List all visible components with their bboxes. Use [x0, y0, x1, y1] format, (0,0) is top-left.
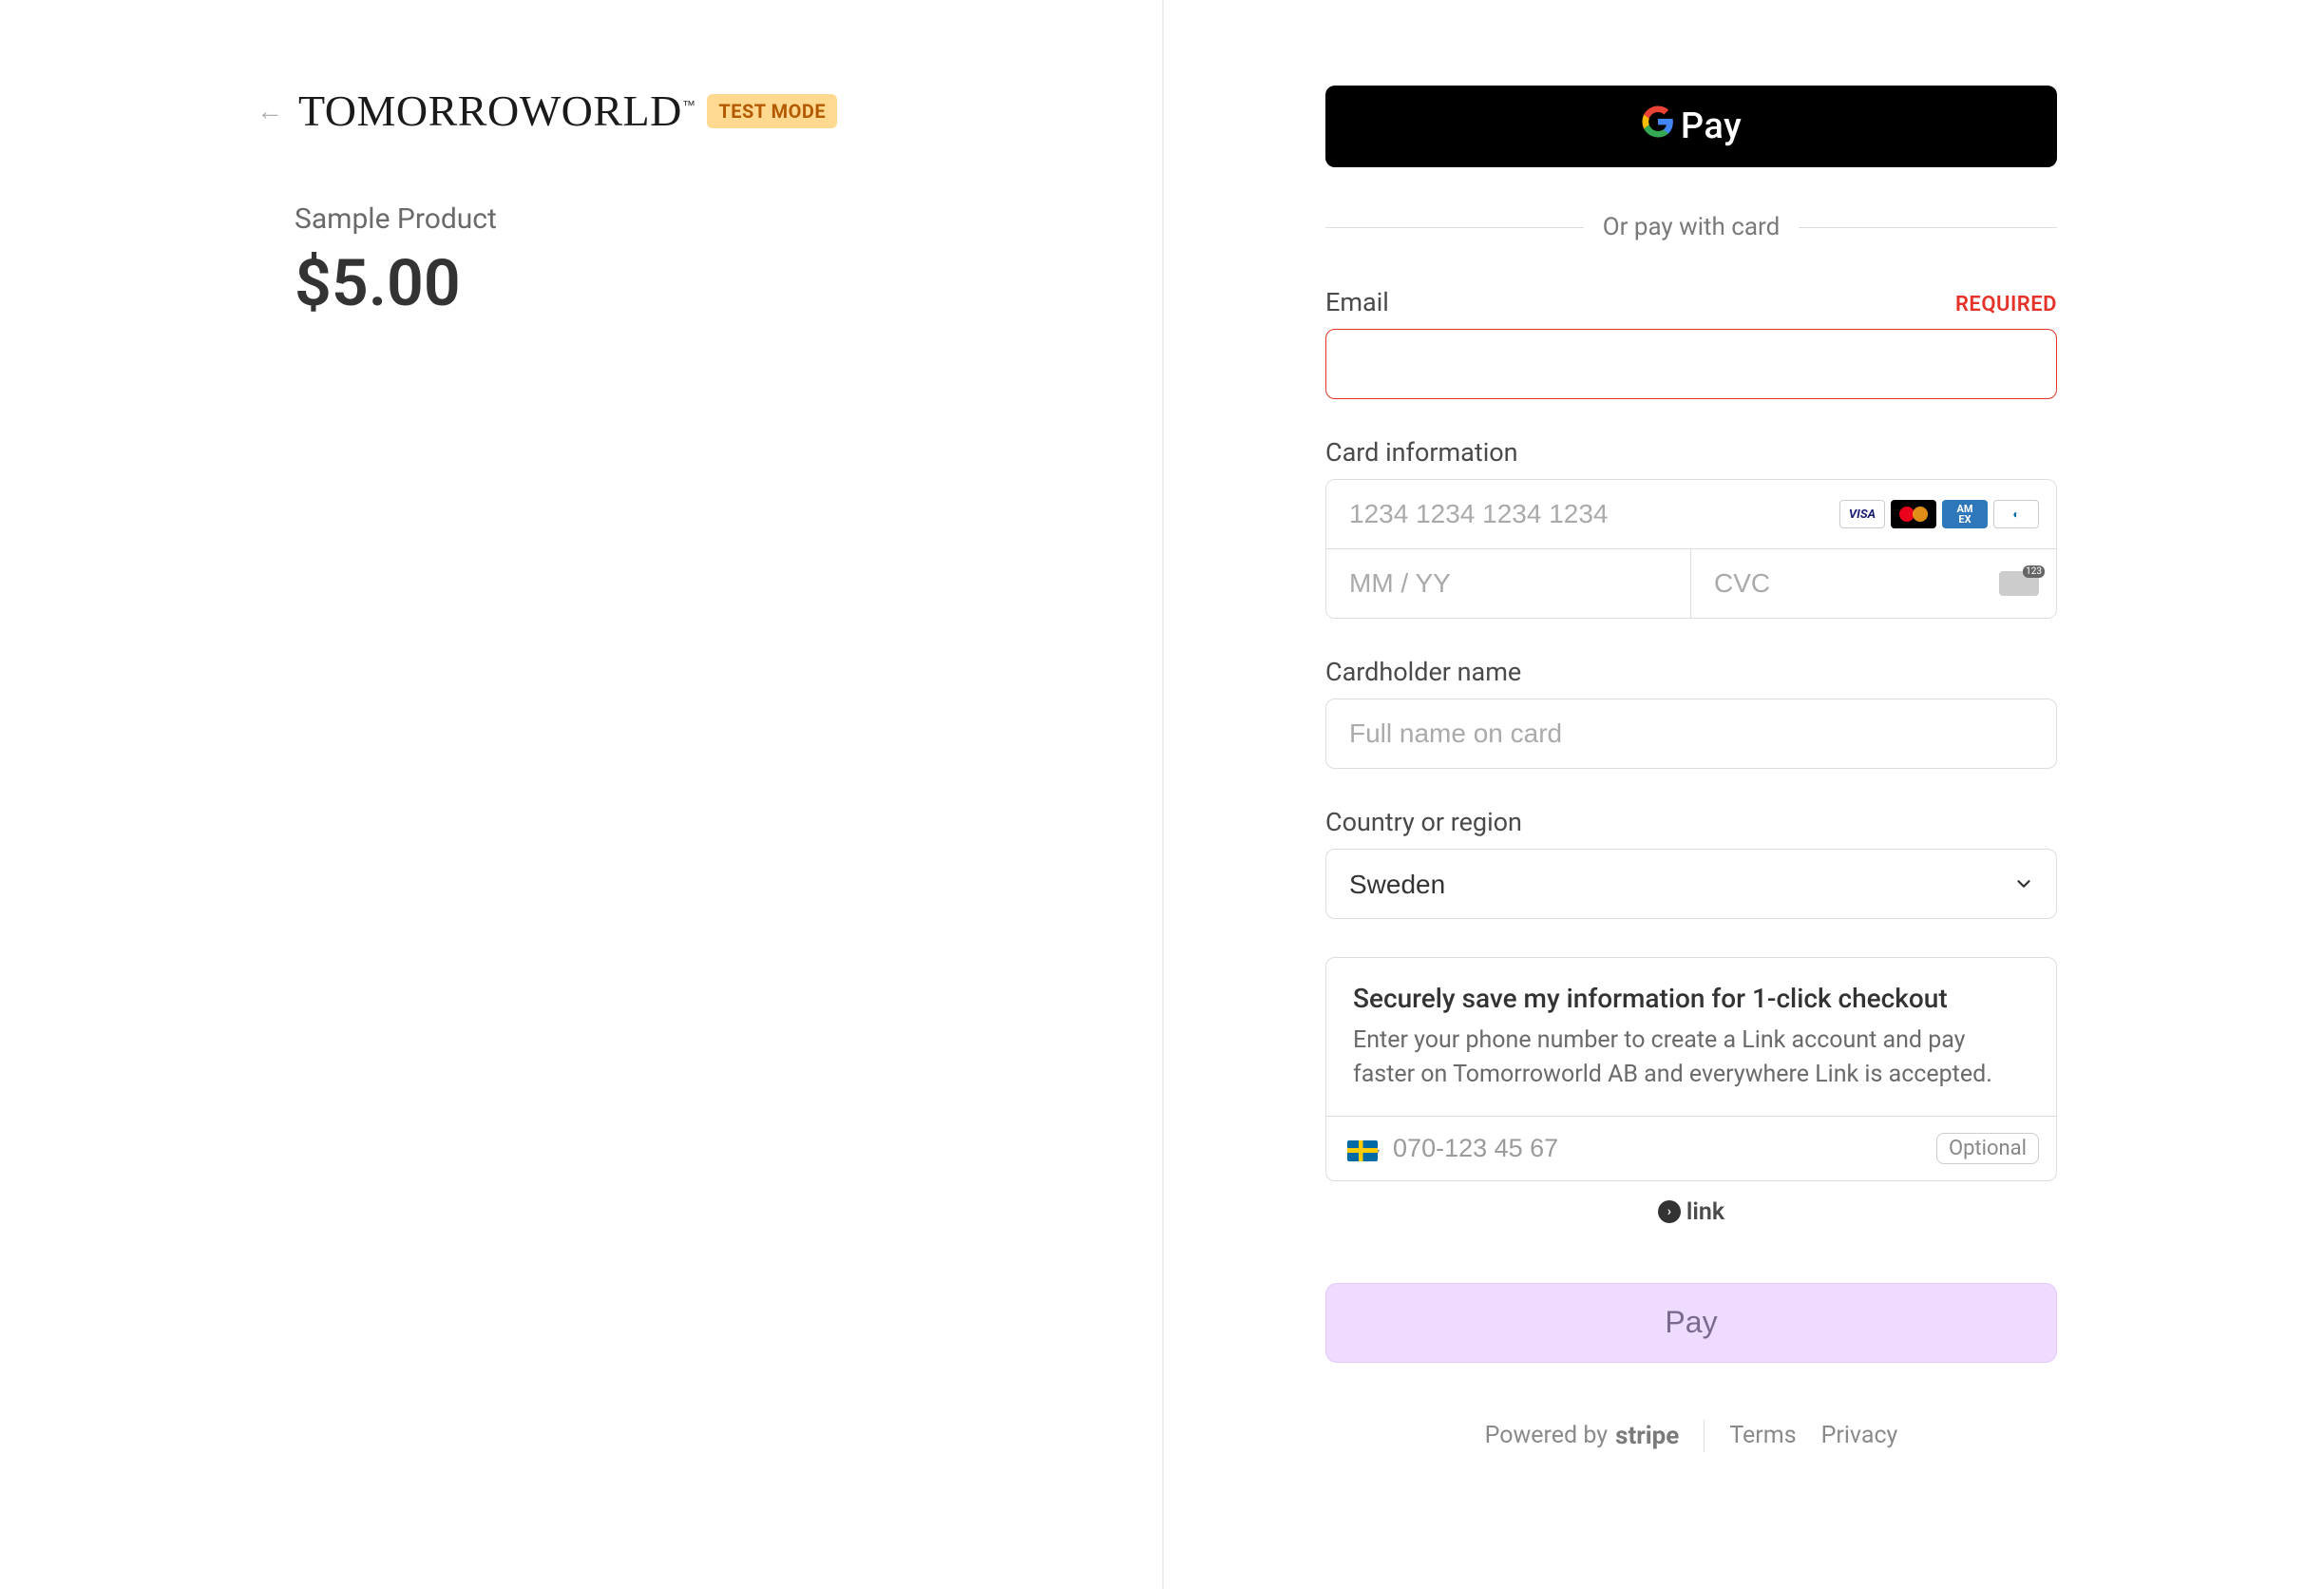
link-save-box: Securely save my information for 1-click… [1325, 957, 2057, 1181]
merchant-name: TOMORROWORLD [298, 86, 682, 135]
google-pay-button[interactable]: Pay [1325, 86, 2057, 167]
merchant-brand: TOMORROWORLD™ [298, 86, 695, 136]
link-phone-row: ▾ Optional [1326, 1116, 2056, 1180]
phone-country-selector[interactable]: ▾ [1347, 1136, 1380, 1161]
link-logo-icon: › [1658, 1200, 1681, 1223]
trademark-symbol: ™ [682, 98, 696, 113]
visa-icon: VISA [1839, 500, 1885, 528]
cardholder-section: Cardholder name [1325, 657, 2057, 769]
link-brand-text: link [1686, 1198, 1724, 1226]
email-label: Email [1325, 287, 1389, 317]
stripe-logo: stripe [1615, 1422, 1679, 1450]
product-price: $5.00 [295, 245, 1097, 321]
card-info-label: Card information [1325, 437, 1518, 468]
cvc-hint-icon [1999, 571, 2039, 596]
country-label: Country or region [1325, 807, 1522, 837]
divider-text: Or pay with card [1603, 213, 1781, 241]
google-g-icon [1641, 105, 1675, 148]
test-mode-badge: TEST MODE [707, 94, 837, 128]
diners-icon: ◐ [1993, 500, 2039, 528]
pay-divider: Or pay with card [1325, 213, 2057, 241]
payment-panel: Pay Or pay with card Email REQUIRED Card… [1162, 0, 2324, 1589]
card-input-group: VISA AM EX ◐ [1325, 479, 2057, 619]
powered-by-label: Powered by [1485, 1422, 1608, 1449]
phone-input[interactable] [1393, 1134, 1923, 1163]
cardholder-name-input[interactable] [1325, 699, 2057, 769]
link-description: Enter your phone number to create a Link… [1353, 1024, 2029, 1093]
country-section: Country or region Sweden [1325, 807, 2057, 919]
pay-button[interactable]: Pay [1325, 1283, 2057, 1363]
footer-divider [1704, 1420, 1705, 1452]
divider-line-right [1799, 227, 2057, 228]
terms-link[interactable]: Terms [1729, 1422, 1796, 1449]
email-input[interactable] [1325, 329, 2057, 399]
back-arrow-icon[interactable]: ← [257, 95, 283, 126]
cardholder-label: Cardholder name [1325, 657, 1521, 687]
link-title: Securely save my information for 1-click… [1353, 983, 2029, 1014]
footer: Powered by stripe Terms Privacy [1325, 1420, 2057, 1452]
google-logo-icon [1641, 105, 1675, 139]
powered-by-stripe: Powered by stripe [1485, 1422, 1680, 1450]
product-name: Sample Product [295, 202, 1097, 236]
email-section: Email REQUIRED [1325, 287, 2057, 399]
email-required-tag: REQUIRED [1955, 293, 2057, 316]
amex-icon: AM EX [1942, 500, 1988, 528]
brand-row: ← TOMORROWORLD™ TEST MODE [257, 86, 1097, 136]
summary-panel: ← TOMORROWORLD™ TEST MODE Sample Product… [0, 0, 1154, 1589]
privacy-link[interactable]: Privacy [1821, 1422, 1898, 1449]
link-brand-row: › link [1325, 1198, 2057, 1226]
sweden-flag-icon [1347, 1140, 1378, 1161]
gpay-label: Pay [1681, 105, 1742, 147]
mastercard-icon [1891, 500, 1936, 528]
card-brand-icons: VISA AM EX ◐ [1839, 500, 2039, 528]
card-expiry-input[interactable] [1326, 549, 1691, 618]
country-select[interactable]: Sweden [1325, 849, 2057, 919]
divider-line-left [1325, 227, 1584, 228]
optional-badge: Optional [1936, 1133, 2039, 1164]
card-section: Card information VISA AM EX ◐ [1325, 437, 2057, 619]
